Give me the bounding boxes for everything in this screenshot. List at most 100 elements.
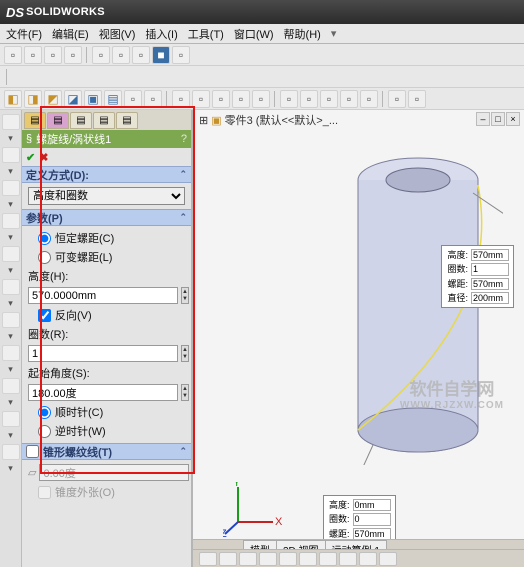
feat-btn-12[interactable]: ▫ bbox=[232, 90, 250, 108]
startang-input[interactable] bbox=[28, 384, 178, 401]
tool-btn-5[interactable]: ▫ bbox=[92, 46, 110, 64]
taper-enable-check[interactable] bbox=[26, 445, 39, 458]
menu-bar: 文件(F) 编辑(E) 视图(V) 插入(I) 工具(T) 窗口(W) 帮助(H… bbox=[0, 24, 524, 44]
fm-tab-4[interactable]: ▤ bbox=[93, 112, 115, 129]
menu-insert[interactable]: 插入(I) bbox=[145, 26, 177, 42]
feat-btn-6[interactable]: ▤ bbox=[104, 90, 122, 108]
height-spinner[interactable]: ▲▼ bbox=[181, 287, 189, 304]
feature-header: § 螺旋线/涡状线1 ? bbox=[22, 130, 191, 148]
menu-tools[interactable]: 工具(T) bbox=[188, 26, 224, 42]
feat-btn-8[interactable]: ▫ bbox=[144, 90, 162, 108]
fm-tab-5[interactable]: ▤ bbox=[116, 112, 138, 129]
lt-7[interactable] bbox=[2, 312, 20, 328]
ccw-radio[interactable] bbox=[38, 425, 51, 438]
doc-title[interactable]: 零件3 (默认<<默认>_... bbox=[225, 112, 338, 128]
tool-btn-8[interactable]: ■ bbox=[152, 46, 170, 64]
ok-button[interactable]: ✔ bbox=[26, 151, 35, 164]
feat-btn-11[interactable]: ▫ bbox=[212, 90, 230, 108]
sb-10[interactable] bbox=[379, 552, 397, 566]
lt-11[interactable] bbox=[2, 444, 20, 460]
turns-input[interactable] bbox=[28, 345, 178, 362]
tool-btn-7[interactable]: ▫ bbox=[132, 46, 150, 64]
graphics-viewport[interactable]: ⊞ ▣ 零件3 (默认<<默认>_... – □ × 高度:570mm圈数:1螺… bbox=[192, 110, 524, 567]
property-manager: ▤ ▤ ▤ ▤ ▤ § 螺旋线/涡状线1 ? ✔ ✖ 定义方式(D):⌃ 高度和… bbox=[22, 110, 192, 567]
sb-2[interactable] bbox=[219, 552, 237, 566]
feat-btn-13[interactable]: ▫ bbox=[252, 90, 270, 108]
feat-btn-2[interactable]: ◨ bbox=[24, 90, 42, 108]
sb-6[interactable] bbox=[299, 552, 317, 566]
menu-dropdown-icon[interactable]: ▾ bbox=[331, 27, 337, 40]
svg-text:Z: Z bbox=[223, 528, 227, 537]
feat-btn-9[interactable]: ▫ bbox=[172, 90, 190, 108]
help-icon[interactable]: ? bbox=[181, 133, 187, 145]
taper-input[interactable] bbox=[39, 464, 189, 481]
menu-window[interactable]: 窗口(W) bbox=[234, 26, 274, 42]
param-group-header[interactable]: 参数(P)⌃ bbox=[22, 209, 191, 226]
def-group-header[interactable]: 定义方式(D):⌃ bbox=[22, 166, 191, 183]
taper-icon: ▱ bbox=[28, 466, 36, 479]
lt-6[interactable] bbox=[2, 279, 20, 295]
turns-spinner[interactable]: ▲▼ bbox=[181, 345, 189, 362]
sb-3[interactable] bbox=[239, 552, 257, 566]
cancel-button[interactable]: ✖ bbox=[39, 151, 48, 164]
height-input[interactable] bbox=[28, 287, 178, 304]
feat-btn-18[interactable]: ▫ bbox=[360, 90, 378, 108]
tool-btn-6[interactable]: ▫ bbox=[112, 46, 130, 64]
sb-1[interactable] bbox=[199, 552, 217, 566]
feat-btn-4[interactable]: ◪ bbox=[64, 90, 82, 108]
win-max-icon[interactable]: □ bbox=[491, 112, 505, 126]
feat-btn-15[interactable]: ▫ bbox=[300, 90, 318, 108]
app-name: SOLIDWORKS bbox=[26, 6, 105, 18]
feat-btn-19[interactable]: ▫ bbox=[388, 90, 406, 108]
menu-edit[interactable]: 编辑(E) bbox=[52, 26, 89, 42]
feat-btn-3[interactable]: ◩ bbox=[44, 90, 62, 108]
feat-btn-14[interactable]: ▫ bbox=[280, 90, 298, 108]
menu-file[interactable]: 文件(F) bbox=[6, 26, 42, 42]
tree-expand-icon[interactable]: ⊞ bbox=[199, 114, 208, 127]
feat-btn-5[interactable]: ▣ bbox=[84, 90, 102, 108]
toolbar-3: ◧ ◨ ◩ ◪ ▣ ▤ ▫ ▫ ▫ ▫ ▫ ▫ ▫ ▫ ▫ ▫ ▫ ▫ ▫ ▫ bbox=[0, 88, 524, 110]
var-pitch-radio[interactable] bbox=[38, 251, 51, 264]
reverse-check[interactable] bbox=[38, 309, 51, 322]
feat-btn-7[interactable]: ▫ bbox=[124, 90, 142, 108]
lt-5[interactable] bbox=[2, 246, 20, 262]
feat-btn-16[interactable]: ▫ bbox=[320, 90, 338, 108]
sb-7[interactable] bbox=[319, 552, 337, 566]
lt-1[interactable] bbox=[2, 114, 20, 130]
feat-btn-10[interactable]: ▫ bbox=[192, 90, 210, 108]
cw-radio[interactable] bbox=[38, 406, 51, 419]
fm-tab-2[interactable]: ▤ bbox=[47, 112, 69, 129]
win-min-icon[interactable]: – bbox=[476, 112, 490, 126]
taper-group-header[interactable]: 锥形螺纹线(T)⌃ bbox=[22, 443, 191, 460]
feat-btn-17[interactable]: ▫ bbox=[340, 90, 358, 108]
callout-top: 高度:570mm圈数:1螺距:570mm直径:200mm bbox=[441, 245, 514, 308]
lt-4[interactable] bbox=[2, 213, 20, 229]
feat-btn-1[interactable]: ◧ bbox=[4, 90, 22, 108]
lt-10[interactable] bbox=[2, 411, 20, 427]
def-select[interactable]: 高度和圈数 bbox=[28, 187, 185, 205]
status-bar bbox=[193, 549, 524, 567]
open-button[interactable]: ▫ bbox=[24, 46, 42, 64]
left-toolbar: ▾ ▾ ▾ ▾ ▾ ▾ ▾ ▾ ▾ ▾ ▾ bbox=[0, 110, 22, 567]
sb-9[interactable] bbox=[359, 552, 377, 566]
lt-8[interactable] bbox=[2, 345, 20, 361]
menu-help[interactable]: 帮助(H) bbox=[284, 26, 321, 42]
win-close-icon[interactable]: × bbox=[506, 112, 520, 126]
fm-tab-1[interactable]: ▤ bbox=[24, 112, 46, 129]
fm-tab-3[interactable]: ▤ bbox=[70, 112, 92, 129]
toolbar-1: ▫ ▫ ▫ ▫ ▫ ▫ ▫ ■ ▫ bbox=[0, 44, 524, 66]
tool-btn-9[interactable]: ▫ bbox=[172, 46, 190, 64]
save-button[interactable]: ▫ bbox=[44, 46, 62, 64]
feat-btn-20[interactable]: ▫ bbox=[408, 90, 426, 108]
startang-spinner[interactable]: ▲▼ bbox=[181, 384, 189, 401]
sb-4[interactable] bbox=[259, 552, 277, 566]
lt-3[interactable] bbox=[2, 180, 20, 196]
sb-8[interactable] bbox=[339, 552, 357, 566]
sb-5[interactable] bbox=[279, 552, 297, 566]
lt-9[interactable] bbox=[2, 378, 20, 394]
print-button[interactable]: ▫ bbox=[64, 46, 82, 64]
const-pitch-radio[interactable] bbox=[38, 232, 51, 245]
lt-2[interactable] bbox=[2, 147, 20, 163]
menu-view[interactable]: 视图(V) bbox=[99, 26, 136, 42]
new-button[interactable]: ▫ bbox=[4, 46, 22, 64]
